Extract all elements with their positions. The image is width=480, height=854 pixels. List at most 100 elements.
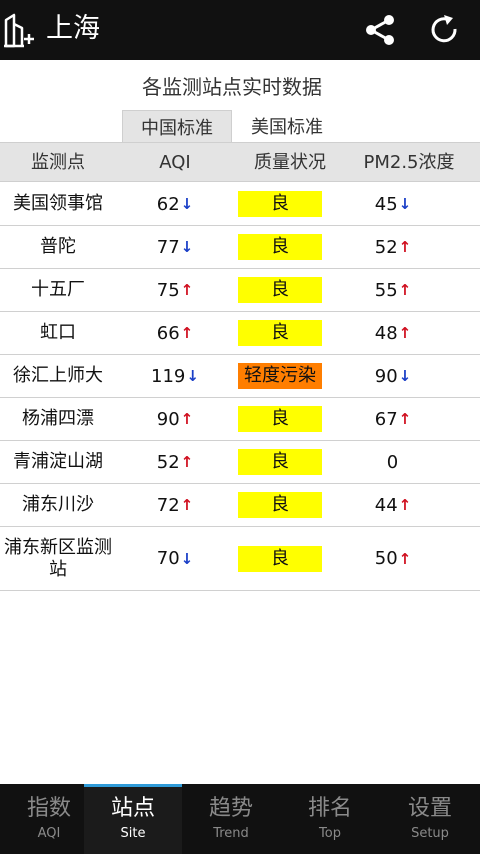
standard-tabs: 中国标准 美国标准: [0, 110, 480, 142]
quality-badge: 良: [238, 406, 322, 432]
quality-badge: 良: [238, 492, 322, 518]
header-aqi: AQI: [159, 152, 191, 173]
aqi-value: 119 ↓: [122, 355, 228, 397]
table-header: 监测点 AQI 质量状况 PM2.5浓度: [0, 142, 480, 182]
quality-badge: 良: [238, 545, 322, 572]
aqi-number: 119: [151, 365, 186, 387]
page-subtitle: 各监测站点实时数据: [142, 75, 322, 99]
pm25-number: 55: [374, 279, 398, 301]
trend-up-icon: ↑: [180, 496, 194, 514]
trend-down-icon: ↓: [180, 549, 194, 568]
aqi-value: 75 ↑: [122, 269, 228, 311]
aqi-value: 72 ↑: [122, 484, 228, 526]
station-name: 徐汇上师大: [13, 365, 103, 386]
pm25-value: 48 ↑: [334, 312, 452, 354]
header-station: 监测点: [31, 152, 85, 173]
header-pm25: PM2.5浓度: [363, 152, 455, 173]
pm25-number: 67: [374, 408, 398, 430]
table-row[interactable]: 青浦淀山湖 52 ↑ 良 0: [0, 441, 480, 484]
pm25-number: 90: [374, 365, 398, 387]
table-row[interactable]: 美国领事馆 62 ↓ 良 45 ↓: [0, 183, 480, 226]
aqi-number: 70: [156, 548, 180, 569]
aqi-number: 66: [156, 322, 180, 344]
pm25-number: 48: [374, 322, 398, 344]
trend-up-icon: ↑: [398, 410, 412, 428]
table-row[interactable]: 徐汇上师大 119 ↓ 轻度污染 90 ↓: [0, 355, 480, 398]
trend-up-icon: ↑: [398, 496, 412, 514]
trend-up-icon: ↑: [398, 324, 412, 342]
quality-badge: 良: [238, 320, 322, 346]
aqi-number: 62: [156, 193, 180, 215]
pm25-value: 45 ↓: [334, 183, 452, 225]
aqi-number: 77: [156, 236, 180, 258]
trend-up-icon: ↑: [398, 549, 412, 568]
table-row[interactable]: 普陀 77 ↓ 良 52 ↑: [0, 226, 480, 269]
trend-down-icon: ↓: [186, 367, 199, 385]
nav-label-en: Site: [120, 826, 146, 841]
aqi-value: 70 ↓: [122, 527, 228, 590]
nav-label-zh: 设置: [407, 796, 452, 821]
pm25-value: 90 ↓: [334, 355, 452, 397]
nav-label-zh: 趋势: [208, 796, 253, 821]
trend-down-icon: ↓: [180, 195, 194, 213]
nav-label-en: Setup: [411, 826, 449, 841]
pm25-value: 52 ↑: [334, 226, 452, 268]
header-quality: 质量状况: [254, 152, 326, 173]
trend-up-icon: ↑: [180, 281, 194, 299]
pm25-value: 0: [334, 441, 452, 483]
aqi-number: 90: [156, 408, 180, 430]
station-name: 青浦淀山湖: [13, 451, 103, 472]
quality-badge: 良: [238, 449, 322, 475]
trend-up-icon: ↑: [180, 453, 194, 471]
aqi-value: 52 ↑: [122, 441, 228, 483]
pm25-value: 50 ↑: [334, 527, 452, 590]
nav-label-zh: 排名: [307, 796, 352, 821]
aqi-value: 77 ↓: [122, 226, 228, 268]
trend-down-icon: ↓: [398, 195, 412, 213]
top-bar: 上海: [0, 0, 480, 60]
table-row[interactable]: 杨浦四漂 90 ↑ 良 67 ↑: [0, 398, 480, 441]
nav-label-zh: 站点: [110, 796, 155, 821]
pm25-number: 44: [374, 494, 398, 516]
pm25-value: 67 ↑: [334, 398, 452, 440]
pm25-value: 55 ↑: [334, 269, 452, 311]
pm25-number: 52: [374, 236, 398, 258]
pm25-number: 0: [386, 451, 399, 473]
station-name: 美国领事馆: [13, 193, 103, 214]
nav-item-trend[interactable]: 趋势 Trend: [182, 784, 280, 854]
table-row[interactable]: 浦东川沙 72 ↑ 良 44 ↑: [0, 484, 480, 527]
city-title[interactable]: 上海: [46, 11, 100, 47]
quality-badge: 良: [238, 234, 322, 260]
station-name: 杨浦四漂: [22, 408, 94, 429]
trend-up-icon: ↑: [180, 324, 194, 342]
aqi-value: 66 ↑: [122, 312, 228, 354]
trend-down-icon: ↓: [180, 238, 194, 256]
nav-item-top[interactable]: 排名 Top: [281, 784, 379, 854]
quality-badge: 良: [238, 191, 322, 217]
station-table: 美国领事馆 62 ↓ 良 45 ↓ 普陀 77 ↓ 良 52 ↑ 十五厂 75 ↑ 良 5…: [0, 183, 480, 591]
station-name: 浦东新区监测站: [4, 536, 112, 580]
aqi-number: 72: [156, 494, 180, 516]
table-row[interactable]: 虹口 66 ↑ 良 48 ↑: [0, 312, 480, 355]
nav-item-site[interactable]: 站点 Site: [84, 784, 182, 854]
trend-up-icon: ↑: [180, 410, 194, 428]
bottom-nav: 指数 AQI 站点 Site 趋势 Trend 排名 Top 设置 Setup: [0, 784, 480, 854]
station-name: 浦东川沙: [22, 494, 94, 515]
aqi-number: 75: [156, 279, 180, 301]
trend-up-icon: ↑: [398, 281, 412, 299]
pm25-number: 45: [374, 193, 398, 215]
quality-badge: 轻度污染: [238, 363, 322, 389]
table-row[interactable]: 浦东新区监测站 70 ↓ 良 50 ↑: [0, 527, 480, 591]
pm25-value: 44 ↑: [334, 484, 452, 526]
aqi-value: 90 ↑: [122, 398, 228, 440]
station-name: 虹口: [40, 322, 76, 343]
share-icon[interactable]: [362, 12, 398, 48]
trend-down-icon: ↓: [398, 367, 412, 385]
add-city-icon[interactable]: [2, 12, 36, 48]
table-row[interactable]: 十五厂 75 ↑ 良 55 ↑: [0, 269, 480, 312]
refresh-icon[interactable]: [426, 12, 462, 48]
trend-up-icon: ↑: [398, 238, 412, 256]
tab-us-standard[interactable]: 美国标准: [238, 110, 336, 142]
nav-item-setup[interactable]: 设置 Setup: [381, 784, 479, 854]
tab-china-standard[interactable]: 中国标准: [122, 110, 232, 142]
